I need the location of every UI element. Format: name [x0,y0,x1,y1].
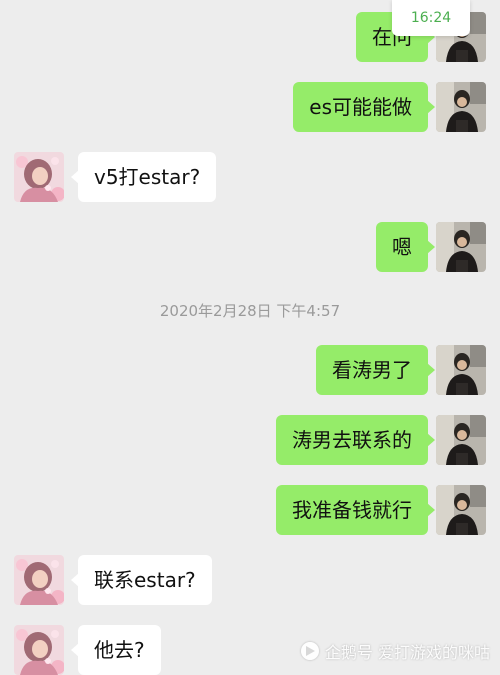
my-avatar[interactable] [436,415,486,465]
message-bubble-incoming[interactable]: v5打estar? [70,152,217,202]
chat-timestamp: 2020年2月28日 下午4:57 [159,302,341,320]
play-icon [300,642,319,660]
message-bubble-outgoing[interactable]: 嗯 [376,222,435,272]
message-row: v5打estar? [0,152,500,202]
message-bubble-incoming[interactable]: 他去? [71,625,161,675]
my-avatar[interactable] [436,345,486,395]
message-bubble-incoming[interactable]: 联系estar? [71,555,212,605]
contact-avatar[interactable] [14,152,64,202]
contact-avatar[interactable] [14,555,64,605]
chat-view[interactable]: 16:24 在问 es可能能做 v5打estar? 嗯 2020年2月28日 下… [0,0,500,675]
message-row: 看涛男了 [0,345,500,395]
message-row: 涛男去联系的 [0,415,500,465]
contact-avatar[interactable] [14,625,64,675]
watermark: 企鹅号 爱打游戏的咪咕 [300,639,490,663]
my-avatar[interactable] [436,82,486,132]
message-row: 嗯 [0,222,500,272]
my-avatar[interactable] [436,485,486,535]
message-bubble-outgoing[interactable]: 涛男去联系的 [276,415,435,465]
message-row: es可能能做 [0,82,500,132]
message-bubble-outgoing[interactable]: 看涛男了 [316,345,435,395]
time-badge: 16:24 [392,0,470,36]
message-bubble-outgoing[interactable]: 我准备钱就行 [276,485,435,535]
message-row: 联系estar? [0,555,500,605]
watermark-text: 企鹅号 爱打游戏的咪咕 [324,643,490,662]
my-avatar[interactable] [436,222,486,272]
message-row: 我准备钱就行 [0,485,500,535]
message-bubble-outgoing[interactable]: es可能能做 [293,82,435,132]
